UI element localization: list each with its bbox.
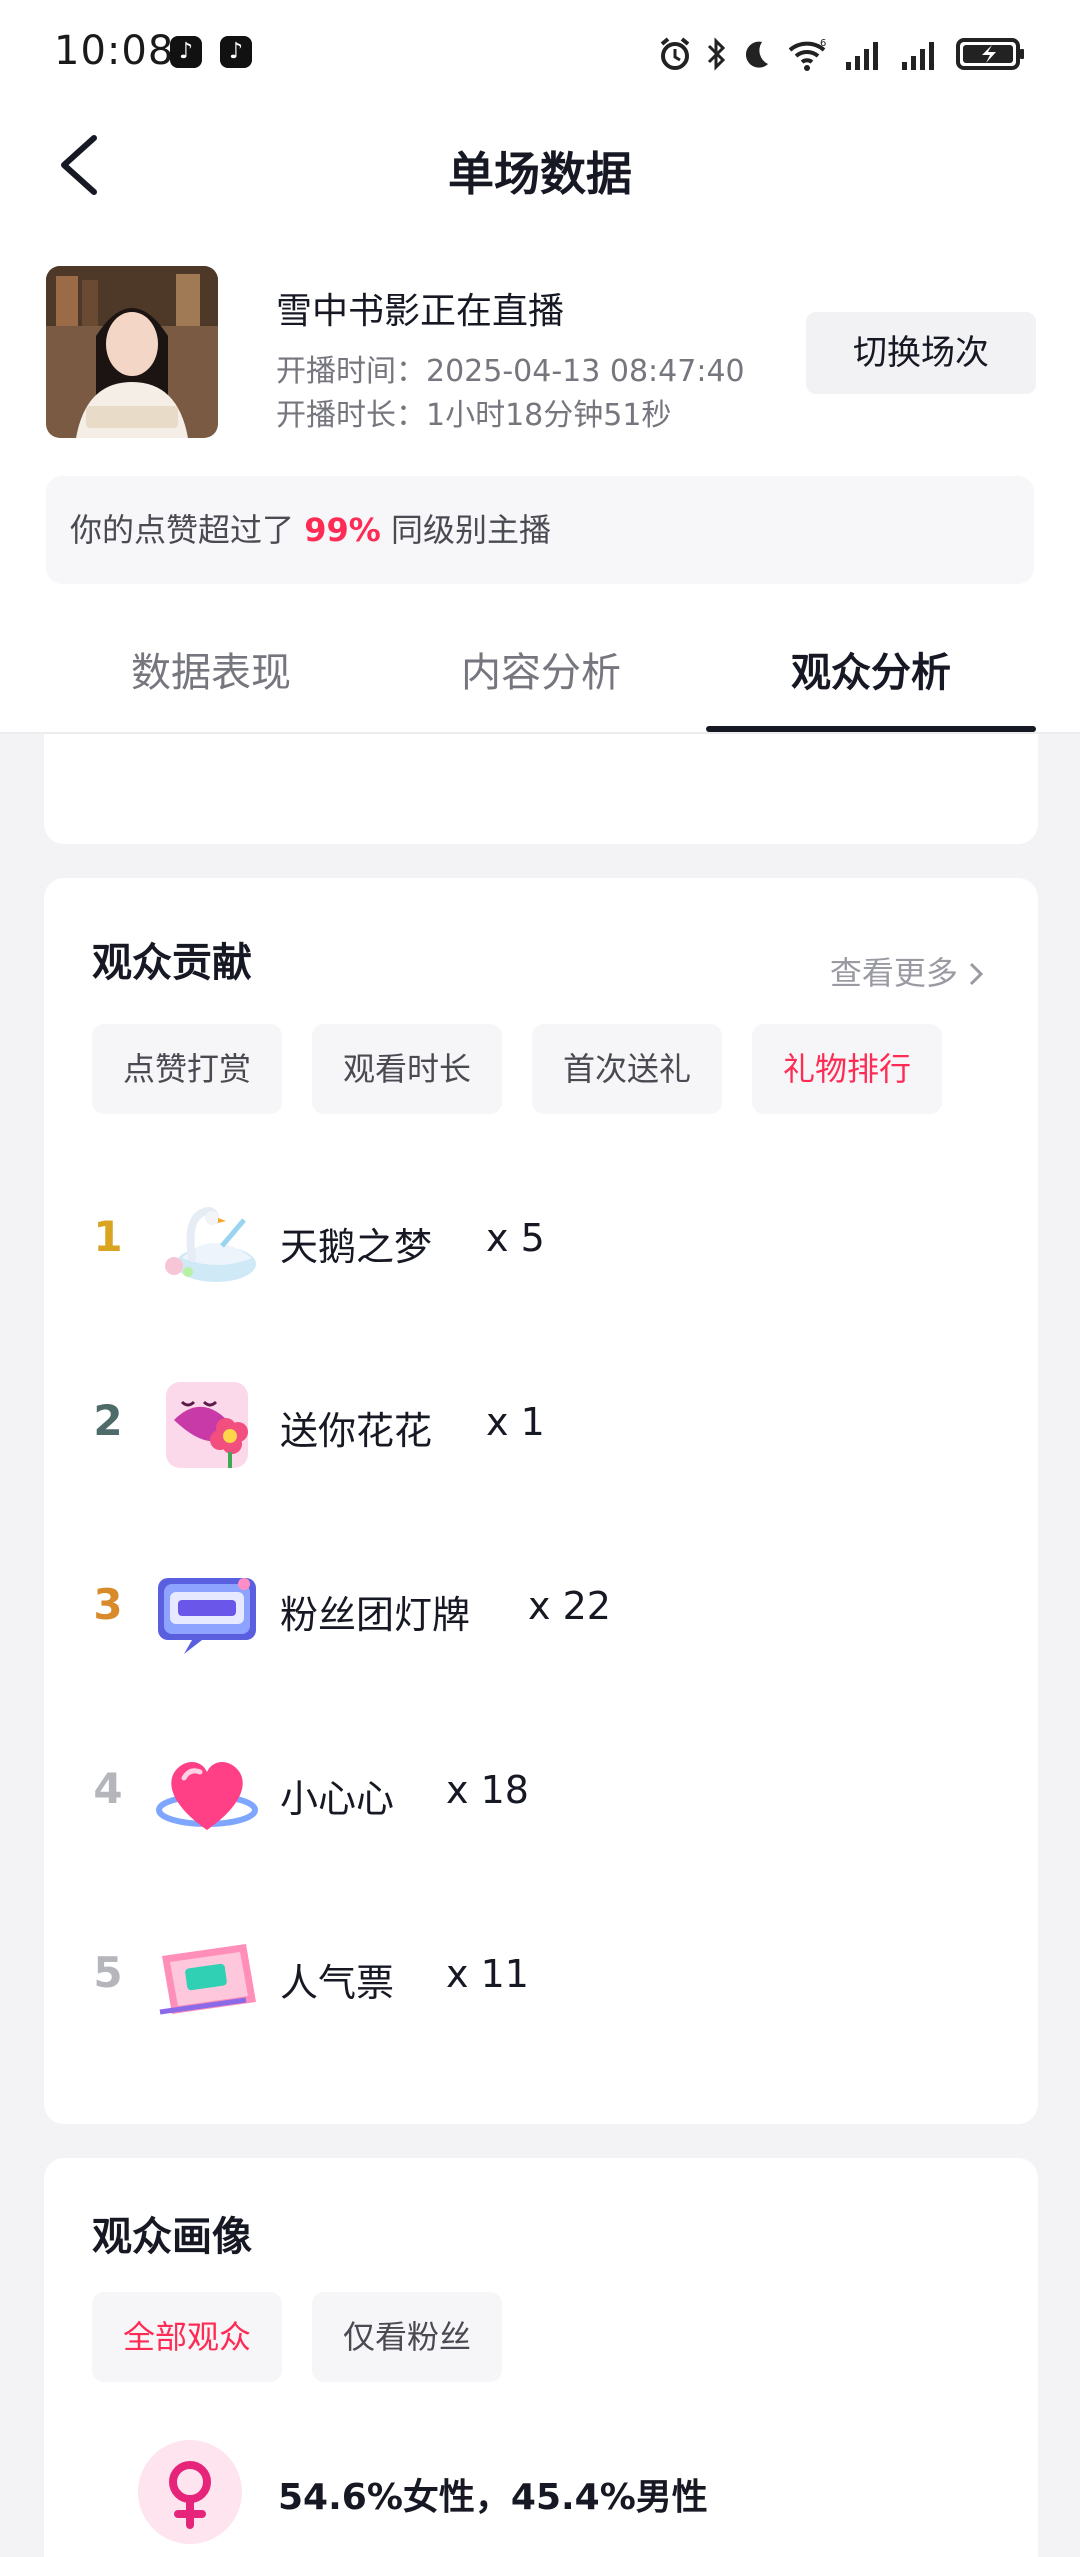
wifi-icon: 6 [788, 38, 826, 71]
female-icon [138, 2440, 242, 2544]
tiktok-icon: ♪ [170, 36, 202, 68]
gift-rank: 4 [93, 1764, 123, 1813]
gift-count: x 18 [446, 1768, 529, 1812]
gift-row: 5 人气票 x 11 [44, 1916, 1038, 2036]
banner-highlight: 99% [304, 511, 381, 549]
wifi-label: 6 [820, 38, 826, 49]
gift-rank: 3 [93, 1580, 123, 1629]
tab-data-performance[interactable]: 数据表现 [46, 640, 376, 698]
tiktok-icon: ♪ [220, 36, 252, 68]
filter-all-audience[interactable]: 全部观众 [92, 2292, 282, 2382]
banner-suffix: 同级别主播 [380, 511, 551, 549]
tab-indicator [706, 726, 1036, 732]
streamer-avatar[interactable] [46, 266, 218, 438]
tab-audience-analysis[interactable]: 观众分析 [706, 640, 1036, 698]
gift-row: 3 粉丝团灯牌 x 22 [44, 1548, 1038, 1668]
moon-icon [745, 41, 768, 68]
like-rank-banner: 你的点赞超过了 99% 同级别主播 [46, 476, 1034, 584]
status-bar: 10:08 ♪ ♪ 6 [0, 0, 1080, 110]
live-title: 雪中书影正在直播 [276, 291, 565, 332]
swan-gift-icon [165, 1207, 256, 1282]
gift-rank: 5 [93, 1948, 123, 1997]
fan-club-sign-gift-icon [158, 1578, 256, 1654]
gift-name: 粉丝团灯牌 [280, 1593, 471, 1637]
alarm-icon [660, 37, 690, 70]
tab-content-analysis[interactable]: 内容分析 [376, 640, 706, 698]
signal-icon [846, 42, 878, 70]
gift-name: 送你花花 [280, 1409, 433, 1453]
gift-count: x 1 [486, 1400, 545, 1444]
gift-name: 小心心 [280, 1777, 395, 1821]
gift-rank: 1 [93, 1212, 123, 1261]
popularity-ticket-gift-icon [159, 1944, 256, 2015]
gender-ratio: 54.6%女性，45.4%男性 [278, 2477, 708, 2518]
filter-like-reward[interactable]: 点赞打赏 [92, 1024, 282, 1114]
gift-row: 4 小心心 x 18 [44, 1732, 1038, 1852]
previous-card [44, 734, 1038, 844]
audience-portrait-card: 观众画像 全部观众 仅看粉丝 54.6%女性，45.4%男性 [44, 2158, 1038, 2557]
filter-watch-duration[interactable]: 观看时长 [312, 1024, 502, 1114]
status-indicators: 6 [658, 34, 1026, 74]
flower-gift-icon [166, 1382, 248, 1468]
gift-count: x 5 [486, 1216, 545, 1260]
tab-bar: 数据表现 内容分析 观众分析 [0, 620, 1080, 734]
gift-name: 人气票 [280, 1961, 395, 2005]
filter-gift-ranking[interactable]: 礼物排行 [752, 1024, 942, 1114]
heart-gift-icon [156, 1761, 258, 1830]
gift-name: 天鹅之梦 [280, 1225, 433, 1269]
audience-contribution-card: 观众贡献 查看更多 点赞打赏 观看时长 首次送礼 礼物排行 1 天鹅之梦 x 5… [44, 878, 1038, 2124]
see-more-label: 查看更多 [829, 954, 958, 992]
see-more-link[interactable]: 查看更多 [830, 948, 984, 994]
chevron-right-icon [969, 962, 984, 986]
banner-prefix: 你的点赞超过了 [70, 511, 305, 549]
live-duration: 开播时长：1小时18分钟51秒 [276, 398, 672, 433]
live-start-time: 开播时间：2025-04-13 08:47:40 [276, 354, 745, 389]
battery-charging-icon [956, 38, 1024, 70]
gift-row: 2 送你花花 x 1 [44, 1364, 1038, 1484]
gift-count: x 22 [528, 1584, 611, 1628]
bluetooth-icon [707, 37, 726, 71]
filter-fans-only[interactable]: 仅看粉丝 [312, 2292, 502, 2382]
contribution-title: 观众贡献 [92, 940, 252, 986]
gift-count: x 11 [446, 1952, 529, 1996]
page-title: 单场数据 [448, 147, 632, 201]
signal-icon [902, 42, 934, 70]
filter-first-gift[interactable]: 首次送礼 [532, 1024, 722, 1114]
switch-session-button[interactable]: 切换场次 [806, 312, 1036, 394]
gift-row: 1 天鹅之梦 x 5 [44, 1180, 1038, 1300]
portrait-title: 观众画像 [92, 2214, 252, 2260]
gift-rank: 2 [93, 1396, 123, 1445]
status-time: 10:08 [54, 28, 175, 74]
